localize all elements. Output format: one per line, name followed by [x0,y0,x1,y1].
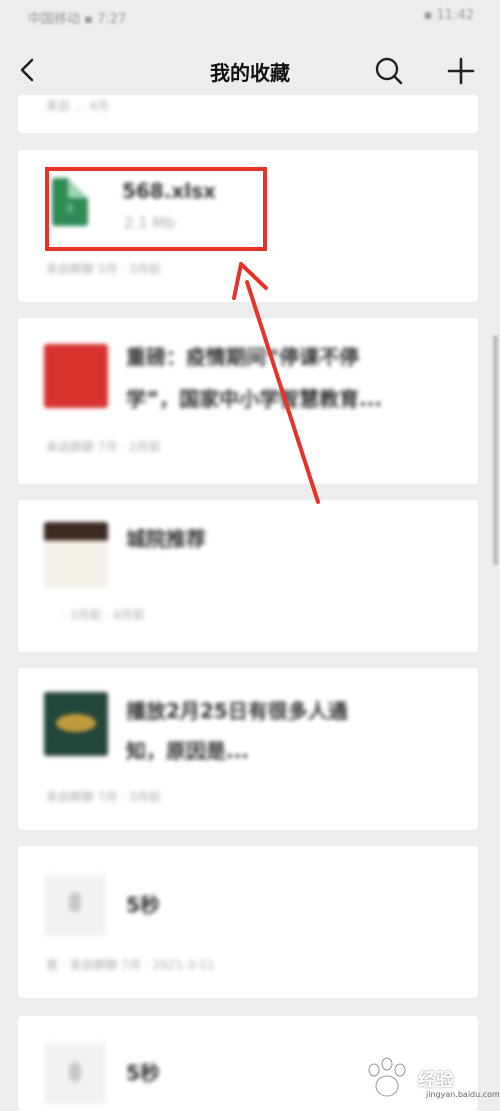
item-meta: 来自群聊 5月 · 3月前 [46,262,161,276]
article-thumbnail [44,522,108,588]
item-meta: 来自群聊 7月 · 2月前 [46,440,161,454]
article-title-line2: 学”，国家中小学智慧教育... [126,387,382,411]
voice-duration: 5秒 [126,1061,160,1085]
scrollbar[interactable] [493,335,498,565]
status-carrier: 中国移动 ▪ 7:27 [28,12,127,27]
article-title-line1: 播放2月25日有很多人通 [126,699,348,723]
add-button[interactable] [444,54,478,88]
article-title-line1: 城院推荐 [126,527,206,551]
favorite-item-partial[interactable]: 来自 ... 4月 [18,95,478,133]
article-title-line2: 知，原因是... [126,739,249,763]
watermark-url: jingyan.baidu.com [426,1090,500,1099]
annotation-highlight-box [45,167,267,251]
status-bar: 中国移动 ▪ 7:27 ▪ 11:42 [0,0,500,36]
search-icon [375,57,403,85]
favorite-item-voice[interactable]: 5秒 我 · 来自群聊 7月 · 2021-3-11 [18,846,478,998]
watermark-text: 经验 [418,1070,454,1091]
voice-duration: 5秒 [126,893,160,917]
favorite-item-article[interactable]: 播放2月25日有很多人通 知，原因是... 来自群聊 7月 · 3月前 [18,668,478,830]
search-button[interactable] [372,54,406,88]
plus-icon [447,57,475,85]
favorite-item-article[interactable]: 城院推荐 · 3月前 · 4月前 [18,500,478,652]
paw-logo-icon [368,1057,406,1097]
microphone-icon [44,1042,106,1104]
article-title-line1: 重磅：疫情期间“停课不停 [126,345,360,369]
item-meta: 来自群聊 7月 · 3月前 [46,790,161,804]
microphone-icon [44,874,106,936]
article-thumbnail [44,344,108,408]
favorite-item-article[interactable]: 重磅：疫情期间“停课不停 学”，国家中小学智慧教育... 来自群聊 7月 · 2… [18,318,478,484]
item-meta: · 3月前 · 4月前 [62,608,145,622]
page-title: 我的收藏 [210,61,290,85]
item-meta: 来自 ... 4月 [46,99,109,113]
status-time: ▪ 11:42 [423,8,474,23]
nav-bar: 我的收藏 [0,40,500,102]
article-thumbnail [44,692,108,756]
baidu-watermark: 经验 jingyan.baidu.com [360,1052,500,1102]
item-meta: 我 · 来自群聊 7月 · 2021-3-11 [46,958,215,972]
